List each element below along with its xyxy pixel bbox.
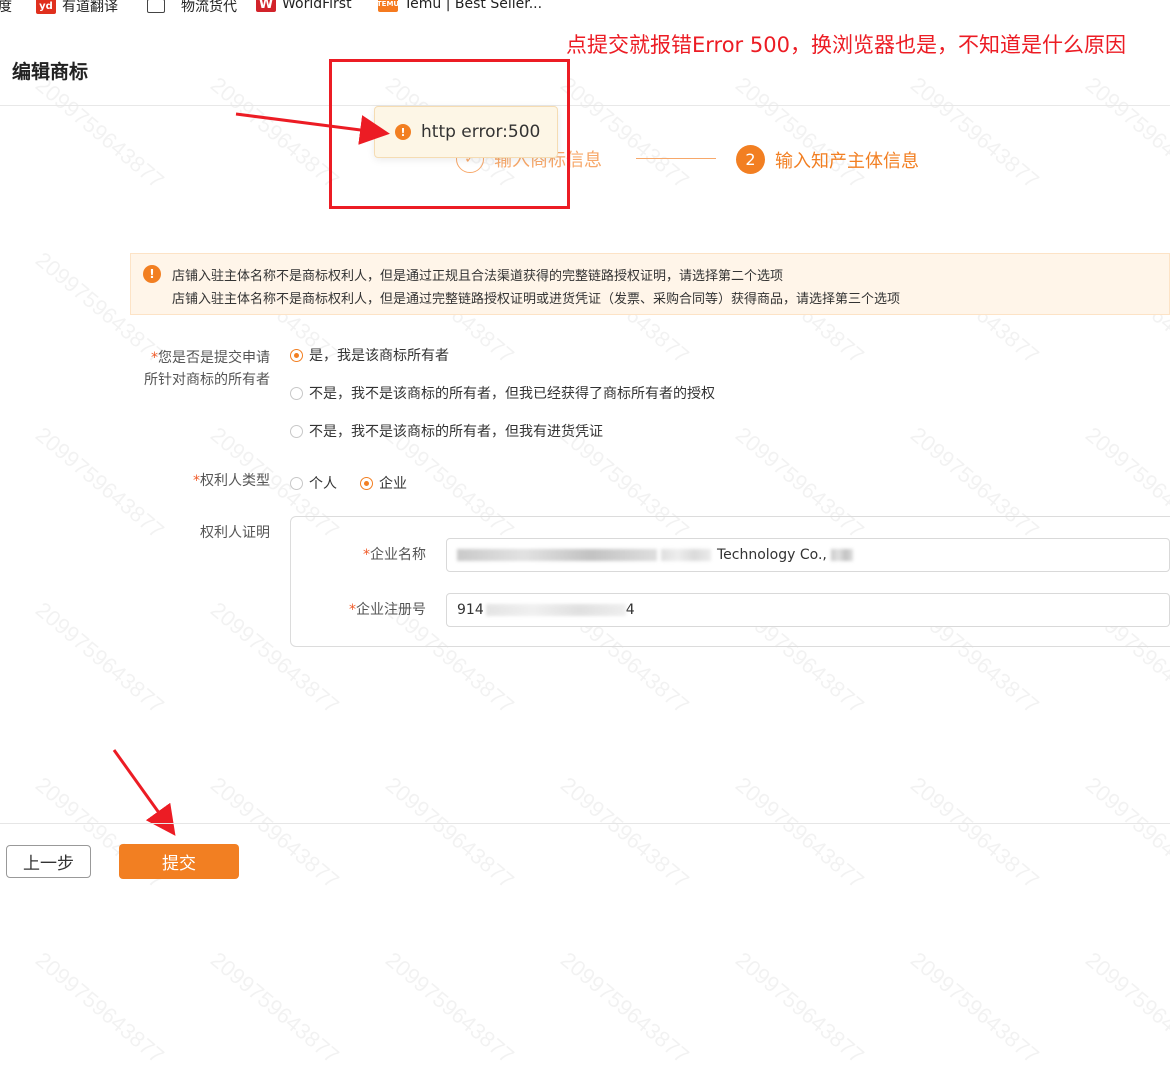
company-name-label: *企业名称: [300, 544, 426, 566]
company-name-label-text: 企业名称: [370, 547, 426, 563]
owner-question-label: *您是否是提交申请 所针对商标的所有者: [120, 347, 270, 391]
radio-button[interactable]: [290, 476, 303, 490]
watermark-text: 2099759643877: [555, 946, 694, 1069]
registration-no-input[interactable]: 914 4: [446, 593, 1170, 627]
watermark-text: 2099759643877: [30, 71, 169, 194]
notice-line-2: 店铺入驻主体名称不是商标权利人，但是通过完整链路授权证明或进货凭证（发票、采购合…: [172, 292, 901, 307]
watermark-text: 2099759643877: [1080, 946, 1170, 1069]
radio-button[interactable]: [360, 476, 373, 490]
registration-no-label-text: 企业注册号: [356, 602, 426, 618]
footer-divider: [0, 823, 1170, 824]
step-2: 2 输入知产主体信息: [736, 145, 919, 174]
owner-option-purchase-proof[interactable]: 不是，我不是该商标的所有者，但我有进货凭证: [290, 421, 603, 441]
watermark-text: 2099759643877: [380, 771, 519, 894]
holder-type-company[interactable]: 企业: [360, 473, 407, 493]
bookmark-label: 有道翻译: [62, 0, 118, 15]
holder-type-label: *权利人类型: [120, 470, 270, 492]
watermark-text: 2099759643877: [905, 946, 1044, 1069]
page-title: 编辑商标: [12, 61, 89, 83]
watermark-text: 2099759643877: [30, 946, 169, 1069]
watermark-text: 2099759643877: [380, 946, 519, 1069]
warning-icon: !: [143, 265, 161, 283]
notice-banner: ! 店铺入驻主体名称不是商标权利人，但是通过正规且合法渠道获得的完整链路授权证明…: [130, 253, 1170, 315]
registration-no-suffix: 4: [625, 602, 635, 618]
holder-type-individual[interactable]: 个人: [290, 473, 337, 493]
bookmark-youdao[interactable]: yd 有道翻译: [36, 0, 118, 16]
option-label: 不是，我不是该商标的所有者，但我已经获得了商标所有者的授权: [309, 386, 715, 402]
bookmark-label: Temu | Best Seller...: [404, 0, 543, 12]
step-connector: [636, 158, 716, 159]
bookmark-folder-logistics[interactable]: 物流货代: [147, 0, 237, 16]
bookmark-temu[interactable]: TEMU Temu | Best Seller...: [377, 0, 543, 12]
redacted-text: [661, 549, 711, 561]
watermark-text: 2099759643877: [205, 946, 344, 1069]
annotation-text: 点提交就报错Error 500，换浏览器也是，不知道是什么原因: [566, 33, 1126, 57]
option-label: 不是，我不是该商标的所有者，但我有进货凭证: [309, 424, 603, 440]
option-label: 个人: [309, 476, 337, 492]
redacted-text: [830, 549, 853, 561]
option-label: 是，我是该商标所有者: [309, 348, 449, 364]
required-mark: *: [151, 350, 158, 366]
annotation-highlight-box: [329, 59, 570, 209]
worldfirst-icon: W: [256, 0, 276, 12]
watermark-text: 2099759643877: [30, 596, 169, 719]
arrow-to-submit: [112, 749, 176, 836]
watermark-text: 2099759643877: [555, 771, 694, 894]
owner-option-authorized[interactable]: 不是，我不是该商标的所有者，但我已经获得了商标所有者的授权: [290, 383, 715, 403]
bookmarks-bar: 度 yd 有道翻译 物流货代 W WorldFirst TEMU Temu | …: [0, 0, 1170, 16]
owner-question-label-line2: 所针对商标的所有者: [144, 372, 270, 388]
bookmark-label: WorldFirst: [282, 0, 352, 12]
watermark-text: 2099759643877: [730, 71, 869, 194]
notice-line-1: 店铺入驻主体名称不是商标权利人，但是通过正规且合法渠道获得的完整链路授权证明，请…: [172, 269, 784, 284]
owner-question-label-line1: 您是否是提交申请: [158, 350, 270, 366]
company-name-visible-text: Technology Co.,: [717, 547, 827, 563]
holder-type-label-text: 权利人类型: [200, 473, 270, 489]
youdao-icon: yd: [36, 0, 56, 14]
bookmark-worldfirst[interactable]: W WorldFirst: [256, 0, 352, 12]
redacted-text: [457, 549, 657, 561]
annotation-arrows: [112, 112, 390, 836]
watermark-text: 2099759643877: [1080, 771, 1170, 894]
holder-proof-label: 权利人证明: [200, 525, 270, 541]
redacted-text: [485, 604, 626, 616]
registration-no-label: *企业注册号: [300, 599, 426, 621]
watermark-text: 2099759643877: [555, 71, 694, 194]
folder-icon: [147, 0, 165, 13]
watermark-text: 2099759643877: [205, 71, 344, 194]
step-2-number: 2: [736, 145, 765, 174]
option-label: 企业: [379, 476, 407, 492]
required-mark: *: [363, 547, 370, 563]
watermark-text: 2099759643877: [905, 771, 1044, 894]
bookmark-label: 物流货代: [181, 0, 237, 15]
owner-option-yes[interactable]: 是，我是该商标所有者: [290, 345, 449, 365]
watermark-text: 2099759643877: [730, 946, 869, 1069]
watermark-text: 2099759643877: [1080, 71, 1170, 194]
previous-step-button[interactable]: 上一步: [6, 845, 91, 878]
required-mark: *: [193, 473, 200, 489]
watermark-text: 2099759643877: [905, 71, 1044, 194]
radio-button[interactable]: [290, 348, 303, 362]
registration-no-prefix: 914: [457, 602, 484, 618]
radio-button[interactable]: [290, 386, 303, 400]
header-divider: [0, 105, 1170, 106]
watermark-text: 2099759643877: [730, 771, 869, 894]
submit-button[interactable]: 提交: [119, 844, 239, 879]
temu-icon: TEMU: [377, 0, 399, 12]
required-mark: *: [349, 602, 356, 618]
company-name-input[interactable]: Technology Co.,: [446, 538, 1170, 572]
bookmark-partial[interactable]: 度: [0, 0, 12, 16]
holder-proof-panel: [290, 516, 1170, 647]
step-2-label: 输入知产主体信息: [775, 150, 919, 172]
radio-button[interactable]: [290, 424, 303, 438]
bookmark-label: 度: [0, 0, 12, 15]
